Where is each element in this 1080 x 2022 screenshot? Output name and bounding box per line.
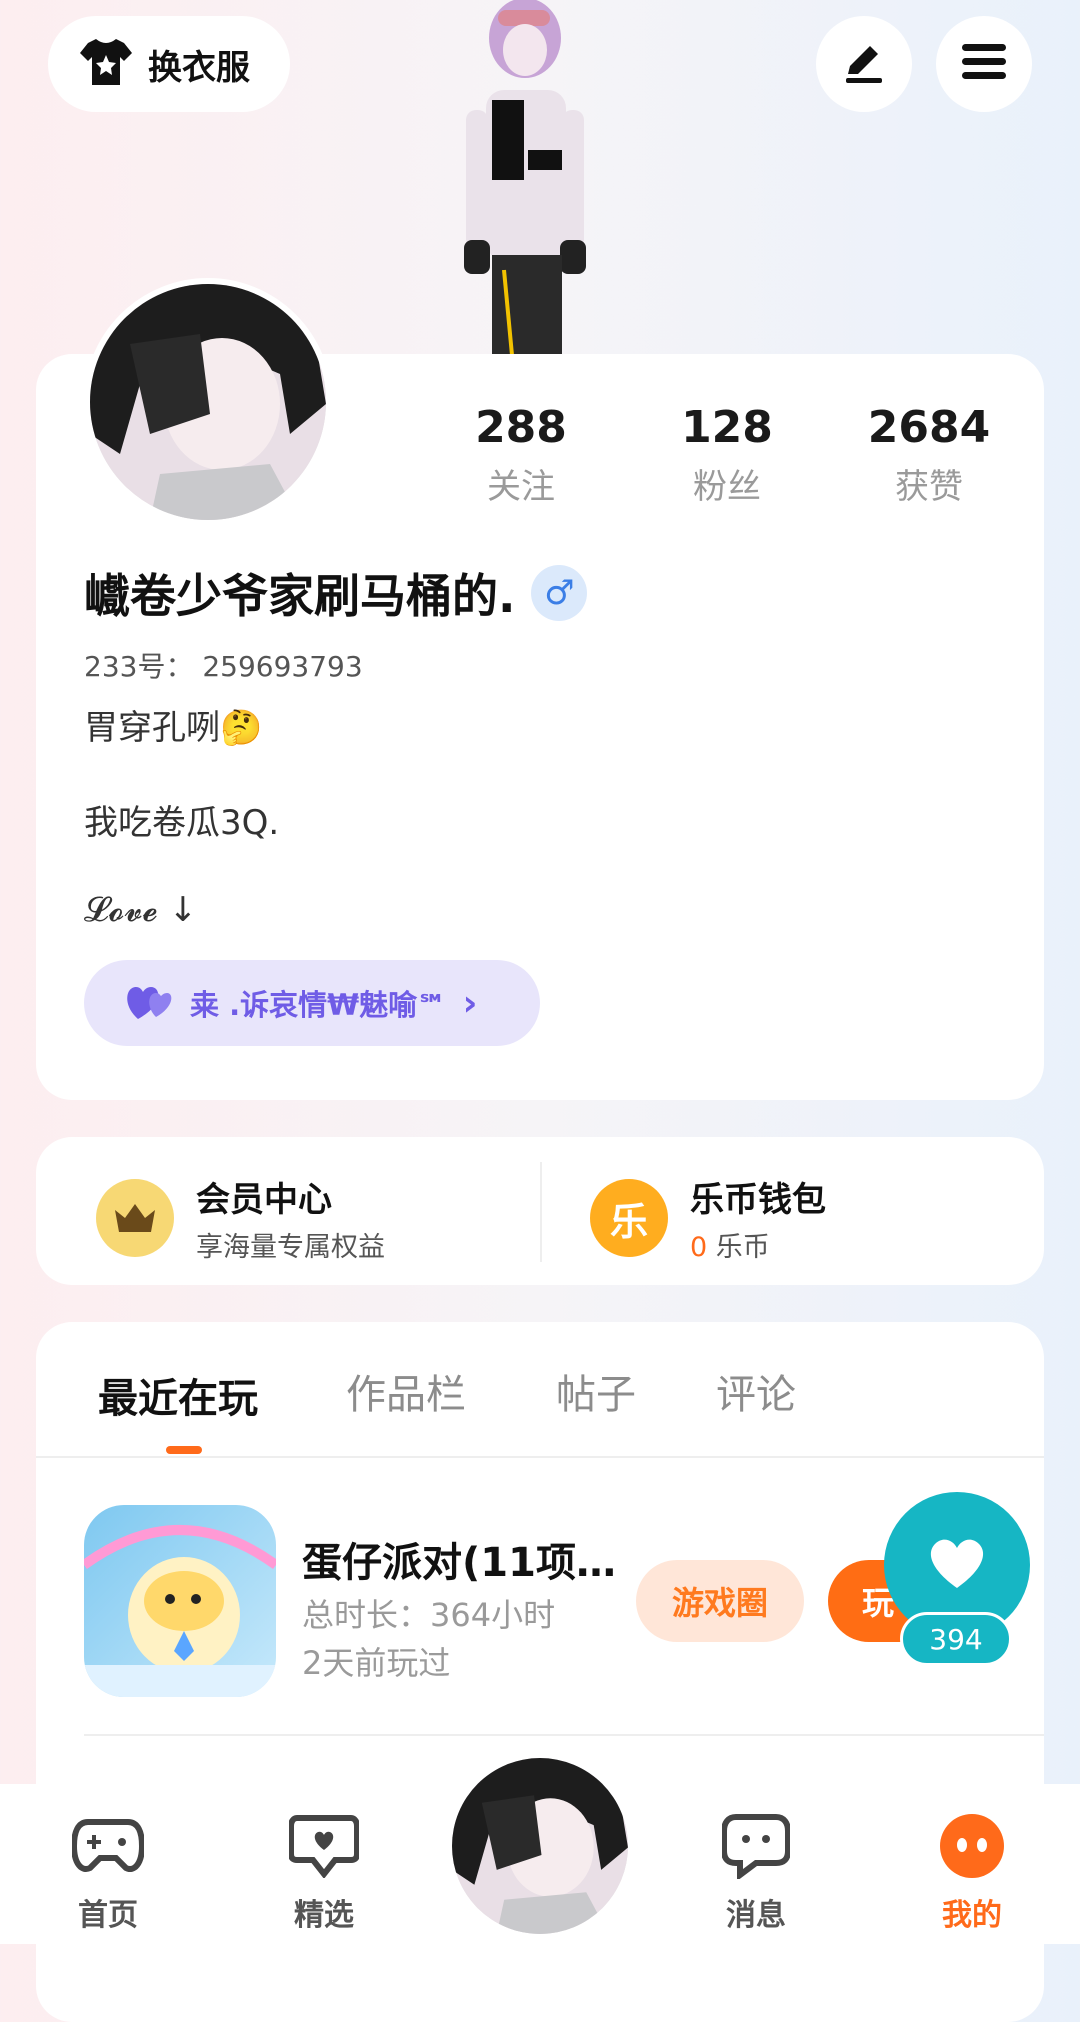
change-outfit-button[interactable]: 换衣服	[48, 16, 290, 112]
tab-posts[interactable]: 帖子	[556, 1362, 636, 1420]
heart-chat-icon	[254, 1810, 394, 1882]
tab-recently-played[interactable]: 最近在玩	[98, 1366, 258, 1424]
game-last-played: 2天前玩过	[302, 1644, 451, 1682]
crown-icon	[96, 1179, 174, 1257]
wallet-entry[interactable]: 乐 乐币钱包 0 乐币	[590, 1172, 826, 1264]
guardian-name: 𥸮 .诉哀情₩魅喻℠	[190, 988, 447, 1022]
nav-featured-label: 精选	[294, 1898, 354, 1933]
active-tab-indicator	[166, 1446, 202, 1454]
like-count: 394	[900, 1612, 1012, 1666]
nav-me-label: 我的	[942, 1898, 1002, 1933]
bio-line-1: 胃穿孔咧🤔	[84, 708, 263, 748]
fans-label: 粉丝	[693, 467, 761, 507]
user-id[interactable]: 233号： 259693793	[84, 645, 363, 685]
hamburger-menu-icon	[960, 42, 1008, 86]
wallet-balance: 0 乐币	[690, 1225, 826, 1264]
heart-icon	[927, 1536, 987, 1594]
stat-following[interactable]: 288 关注	[436, 402, 606, 508]
tab-works[interactable]: 作品栏	[346, 1362, 466, 1420]
nav-home[interactable]: 首页	[38, 1810, 178, 1934]
nav-messages[interactable]: 消息	[686, 1810, 826, 1934]
pencil-icon	[840, 38, 888, 90]
tshirt-icon	[78, 37, 134, 91]
game-title[interactable]: 蛋仔派对(11项…	[302, 1530, 622, 1588]
nav-home-label: 首页	[78, 1898, 138, 1933]
likes-label: 获赞	[895, 467, 963, 507]
username: 巇卷少爷家刷马桶的.	[84, 569, 516, 623]
nav-featured[interactable]: 精选	[254, 1810, 394, 1934]
nav-me[interactable]: 我的	[902, 1810, 1042, 1934]
divider	[540, 1162, 542, 1262]
double-heart-icon	[124, 981, 174, 1025]
member-center-subtitle: 享海量专属权益	[196, 1232, 385, 1263]
stat-likes[interactable]: 2684 获赞	[844, 402, 1014, 508]
wallet-title: 乐币钱包	[690, 1180, 826, 1220]
game-icon[interactable]	[84, 1505, 276, 1697]
game-total-time: 总时长：364小时	[302, 1596, 556, 1634]
edit-profile-button[interactable]	[816, 16, 912, 112]
wallet-amount: 0	[690, 1232, 708, 1263]
bio-line-2: 我吃卷瓜3Q.	[84, 803, 280, 843]
menu-button[interactable]	[936, 16, 1032, 112]
bio-line-3: 𝓛𝓸𝓿𝓮 ↓	[84, 890, 198, 930]
member-center-entry[interactable]: 会员中心 享海量专属权益	[96, 1172, 385, 1264]
username-row: 巇卷少爷家刷马桶的. ♂	[84, 560, 588, 626]
game-circle-button[interactable]: 游戏圈	[636, 1560, 804, 1642]
list-divider	[84, 1734, 1044, 1736]
me-face-icon	[902, 1810, 1042, 1882]
chevron-right-icon: ›	[462, 982, 478, 1024]
nav-messages-label: 消息	[726, 1898, 786, 1933]
tab-comments[interactable]: 评论	[716, 1362, 796, 1420]
guardian-badge-button[interactable]: 𥸮 .诉哀情₩魅喻℠ ›	[84, 960, 540, 1046]
gamepad-icon	[38, 1810, 178, 1882]
le-coin-icon: 乐	[590, 1179, 668, 1257]
avatar-character-figure[interactable]	[440, 0, 610, 356]
tab-divider	[36, 1456, 1044, 1458]
avatar[interactable]	[84, 278, 332, 526]
male-gender-icon: ♂	[531, 565, 588, 621]
message-icon	[686, 1810, 826, 1882]
change-outfit-label: 换衣服	[148, 47, 250, 88]
stat-fans[interactable]: 128 粉丝	[642, 402, 812, 508]
following-label: 关注	[487, 467, 555, 507]
member-center-title: 会员中心	[196, 1180, 332, 1220]
fans-count: 128	[681, 402, 773, 453]
nav-center-avatar[interactable]	[452, 1758, 628, 1934]
likes-count: 2684	[867, 402, 991, 453]
wallet-unit: 乐币	[715, 1232, 770, 1263]
following-count: 288	[475, 402, 567, 453]
